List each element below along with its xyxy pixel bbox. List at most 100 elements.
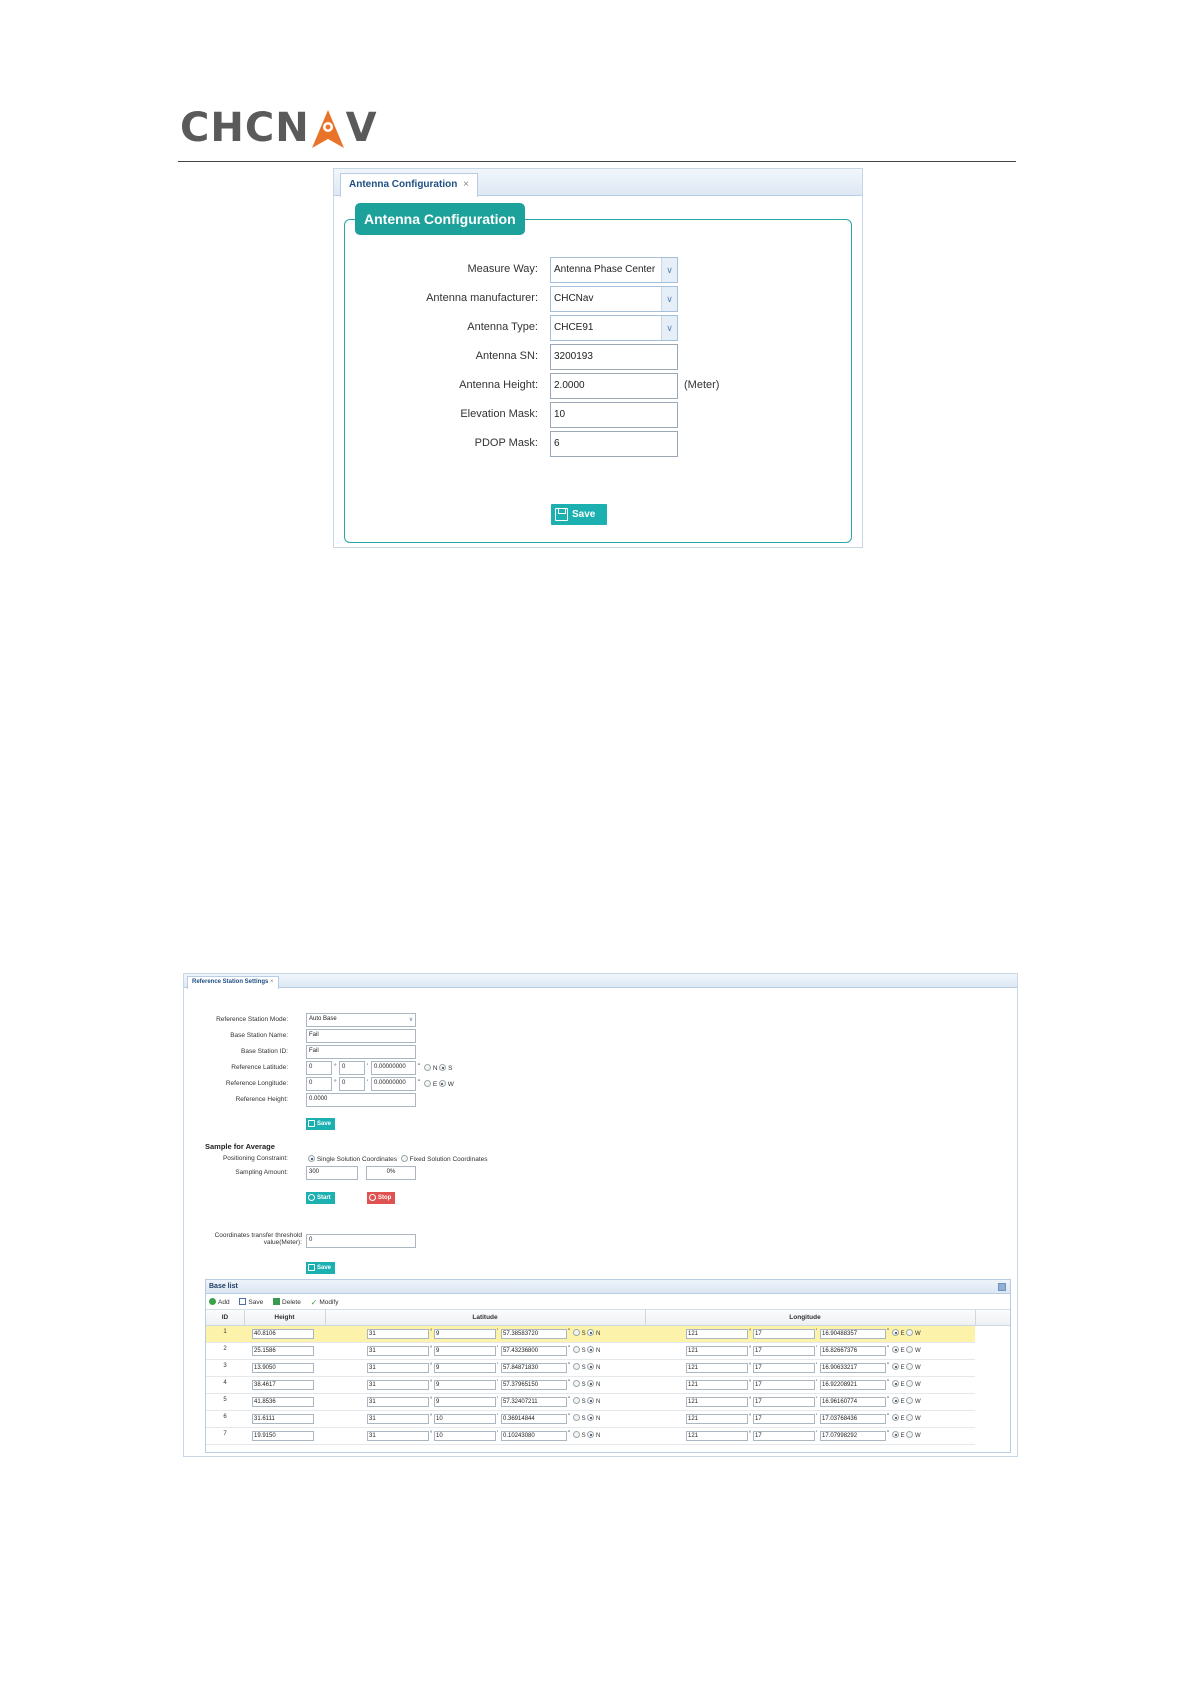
radio-n[interactable] (587, 1346, 595, 1353)
radio-e[interactable] (892, 1431, 899, 1438)
chevron-down-icon[interactable]: ∨ (661, 316, 677, 340)
tab-antenna-configuration[interactable]: Antenna Configuration × (340, 173, 478, 197)
row-lat-second-input[interactable]: 0.36914844 (501, 1414, 567, 1424)
table-row[interactable]: 1 40.8106 31 ° 9 ' 57.38583720 " S N 121 ° 17 ' 16.9… (206, 1326, 975, 1343)
radio-w[interactable] (906, 1329, 914, 1336)
table-row[interactable]: 6 31.6111 31 ° 10 ' 0.36914844 " S N 121 ° 17 ' 17.0… (206, 1411, 975, 1428)
threshold-save-button[interactable]: Save (306, 1262, 336, 1274)
latitude-degree-input[interactable]: 0 (306, 1061, 332, 1075)
row-height-input[interactable]: 13.9050 (252, 1363, 314, 1373)
radio-w[interactable] (906, 1414, 914, 1421)
tab-close-icon[interactable]: × (463, 179, 469, 190)
radio-e[interactable] (892, 1397, 899, 1404)
radio-s[interactable] (573, 1329, 580, 1336)
row-lat-minute-input[interactable]: 10 (434, 1431, 496, 1441)
antenna-height-input[interactable]: 2.0000 (550, 373, 678, 399)
row-lat-second-input[interactable]: 57.37965150 (501, 1380, 567, 1390)
row-lon-second-input[interactable]: 16.82667376 (820, 1346, 886, 1356)
longitude-degree-input[interactable]: 0 (306, 1077, 332, 1091)
radio-e[interactable] (892, 1414, 899, 1421)
row-lon-degree-input[interactable]: 121 (686, 1329, 748, 1339)
table-row[interactable]: 7 19.9150 31 ° 10 ' 0.10243080 " S N 121 ° 17 ' 17.0… (206, 1428, 975, 1445)
latitude-minute-input[interactable]: 0 (339, 1061, 365, 1075)
radio-n[interactable] (587, 1363, 595, 1370)
collapse-icon[interactable] (998, 1283, 1006, 1291)
row-lat-degree-input[interactable]: 31 (367, 1329, 429, 1339)
latitude-second-input[interactable]: 0.00000000 (371, 1061, 416, 1075)
antenna-type-select[interactable]: CHCE91 ∨ (550, 315, 678, 341)
row-height-input[interactable]: 41.8536 (252, 1397, 314, 1407)
sampling-amount-input[interactable]: 300 (306, 1166, 358, 1180)
radio-s[interactable] (573, 1431, 580, 1438)
row-lon-second-input[interactable]: 16.92208921 (820, 1380, 886, 1390)
row-lat-second-input[interactable]: 57.32407211 (501, 1397, 567, 1407)
col-height-header[interactable]: Height (244, 1314, 325, 1321)
pdop-mask-input[interactable]: 6 (550, 431, 678, 457)
row-lat-second-input[interactable]: 57.84871830 (501, 1363, 567, 1373)
row-lat-degree-input[interactable]: 31 (367, 1346, 429, 1356)
tab-reference-station-settings[interactable]: Reference Station Settings × (187, 976, 279, 989)
radio-n[interactable] (587, 1431, 595, 1438)
row-lat-second-input[interactable]: 0.10243080 (501, 1431, 567, 1441)
row-height-input[interactable]: 19.9150 (252, 1431, 314, 1441)
threshold-input[interactable]: 0 (306, 1234, 416, 1248)
row-lat-degree-input[interactable]: 31 (367, 1363, 429, 1373)
row-lon-second-input[interactable]: 17.03768436 (820, 1414, 886, 1424)
radio-e[interactable] (892, 1363, 899, 1370)
table-row[interactable]: 4 38.4617 31 ° 9 ' 57.37965150 " S N 121 ° 17 ' 16.9… (206, 1377, 975, 1394)
reference-save-button[interactable]: Save (306, 1118, 336, 1130)
delete-button[interactable]: Delete (273, 1298, 301, 1306)
row-lon-second-input[interactable]: 16.90488357 (820, 1329, 886, 1339)
row-lon-degree-input[interactable]: 121 (686, 1346, 748, 1356)
longitude-second-input[interactable]: 0.00000000 (371, 1077, 416, 1091)
longitude-minute-input[interactable]: 0 (339, 1077, 365, 1091)
row-height-input[interactable]: 38.4617 (252, 1380, 314, 1390)
row-lat-minute-input[interactable]: 9 (434, 1346, 496, 1356)
row-lon-minute-input[interactable]: 17 (753, 1329, 815, 1339)
row-lon-degree-input[interactable]: 121 (686, 1380, 748, 1390)
start-button[interactable]: Start (306, 1192, 335, 1204)
row-lat-minute-input[interactable]: 9 (434, 1363, 496, 1373)
add-button[interactable]: Add (209, 1298, 230, 1306)
row-lat-minute-input[interactable]: 9 (434, 1397, 496, 1407)
row-lon-minute-input[interactable]: 17 (753, 1414, 815, 1424)
radio-w[interactable] (906, 1346, 914, 1353)
row-lat-minute-input[interactable]: 10 (434, 1414, 496, 1424)
row-lat-minute-input[interactable]: 9 (434, 1380, 496, 1390)
col-latitude-header[interactable]: Latitude (325, 1314, 645, 1321)
row-lon-degree-input[interactable]: 121 (686, 1397, 748, 1407)
row-lat-degree-input[interactable]: 31 (367, 1380, 429, 1390)
row-lon-second-input[interactable]: 16.90633217 (820, 1363, 886, 1373)
row-lon-minute-input[interactable]: 17 (753, 1346, 815, 1356)
reference-mode-select[interactable]: Auto Base ∨ (306, 1013, 416, 1027)
radio-s[interactable] (573, 1414, 580, 1421)
stop-button[interactable]: Stop (367, 1192, 396, 1204)
tab-close-icon[interactable]: × (270, 979, 274, 985)
row-lon-degree-input[interactable]: 121 (686, 1363, 748, 1373)
radio-single-solution[interactable] (308, 1155, 315, 1162)
row-lat-second-input[interactable]: 57.43236800 (501, 1346, 567, 1356)
row-lon-degree-input[interactable]: 121 (686, 1431, 748, 1441)
row-lat-degree-input[interactable]: 31 (367, 1397, 429, 1407)
row-lon-second-input[interactable]: 16.96160774 (820, 1397, 886, 1407)
radio-n[interactable] (424, 1064, 431, 1071)
radio-e[interactable] (892, 1329, 899, 1336)
table-row[interactable]: 3 13.9050 31 ° 9 ' 57.84871830 " S N 121 ° 17 ' 16.9… (206, 1360, 975, 1377)
row-lat-degree-input[interactable]: 31 (367, 1431, 429, 1441)
chevron-down-icon[interactable]: ∨ (407, 1014, 415, 1026)
radio-w[interactable] (906, 1431, 914, 1438)
radio-w[interactable] (906, 1380, 914, 1387)
radio-w[interactable] (438, 1080, 446, 1087)
row-lat-degree-input[interactable]: 31 (367, 1414, 429, 1424)
grid-save-button[interactable]: Save (239, 1298, 263, 1306)
antenna-sn-input[interactable]: 3200193 (550, 344, 678, 370)
row-height-input[interactable]: 40.8106 (252, 1329, 314, 1339)
base-station-id-input[interactable]: Fail (306, 1045, 416, 1059)
row-lat-second-input[interactable]: 57.38583720 (501, 1329, 567, 1339)
radio-n[interactable] (587, 1329, 595, 1336)
row-lon-minute-input[interactable]: 17 (753, 1431, 815, 1441)
row-height-input[interactable]: 25.1586 (252, 1346, 314, 1356)
table-row[interactable]: 5 41.8536 31 ° 9 ' 57.32407211 " S N 121 ° 17 ' 16.9… (206, 1394, 975, 1411)
save-button[interactable]: Save (551, 504, 607, 525)
radio-n[interactable] (587, 1397, 595, 1404)
